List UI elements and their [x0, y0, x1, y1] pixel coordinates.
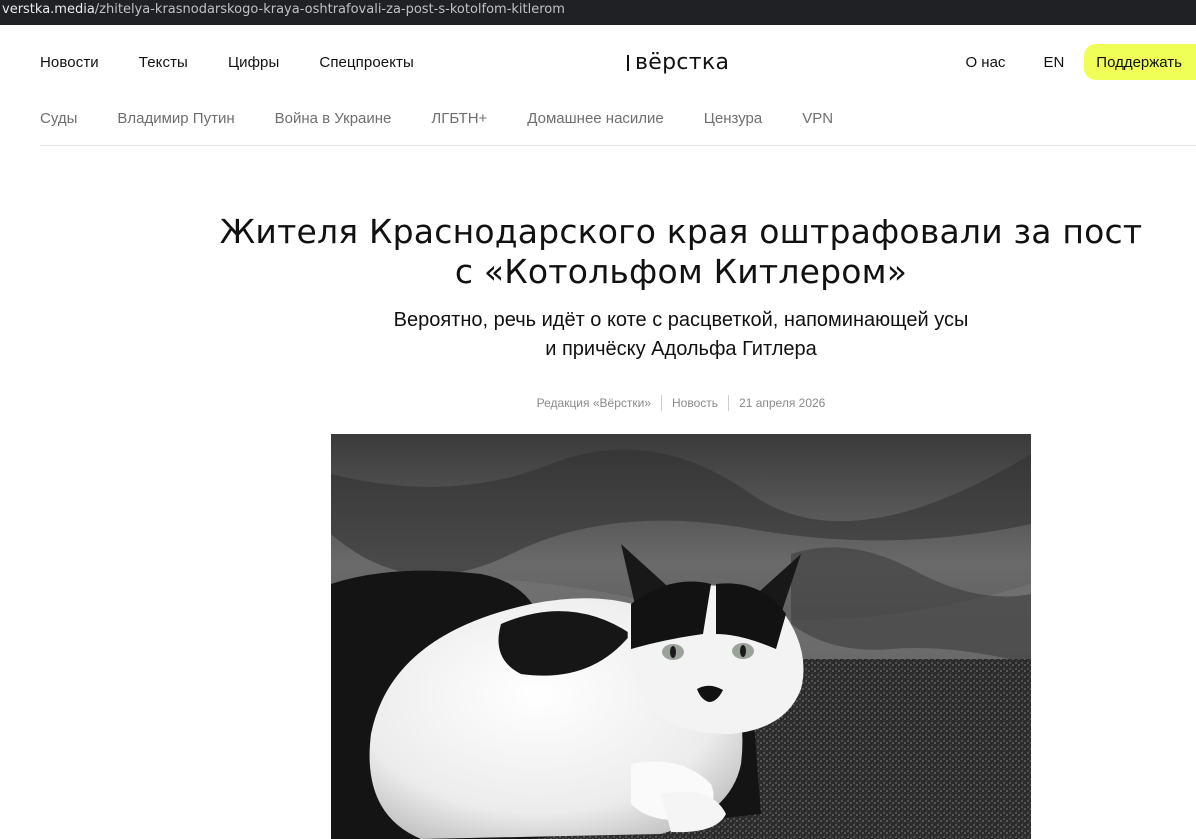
- tag-domestic-violence[interactable]: Домашнее насилие: [527, 110, 663, 127]
- article-title-line-1: Жителя Краснодарского края оштрафовали з…: [219, 212, 1143, 251]
- meta-divider: [728, 395, 730, 411]
- meta-divider: [661, 395, 662, 411]
- nav-special-projects[interactable]: Спецпроекты: [319, 54, 414, 71]
- language-switch[interactable]: EN: [1043, 54, 1064, 71]
- tag-war-ukraine[interactable]: Война в Украине: [275, 110, 392, 127]
- support-button[interactable]: Поддержать: [1084, 44, 1196, 80]
- article-title-line-2: с «Котольфом Китлером»: [454, 252, 908, 291]
- article-title: Жителя Краснодарского края оштрафовали з…: [190, 212, 1172, 292]
- site-logo[interactable]: вёрстка: [627, 47, 729, 77]
- site-header: Новости Тексты Цифры Спецпроекты вёрстка…: [0, 33, 1196, 91]
- cat-photo-image: [331, 434, 1031, 839]
- publish-date: 21 апреля 2026: [739, 396, 826, 410]
- article-subtitle-line-2: и причёску Адольфа Гитлера: [545, 338, 817, 360]
- tag-censorship[interactable]: Цензура: [704, 110, 762, 127]
- tag-nav: Суды Владимир Путин Война в Украине ЛГБТ…: [40, 91, 1196, 146]
- logo-mark-icon: [627, 55, 634, 71]
- url-path: /zhitelya-krasnodarskogo-kraya-oshtrafov…: [94, 2, 565, 17]
- article-subtitle: Вероятно, речь идёт о коте с расцветкой,…: [330, 306, 1032, 364]
- logo-text: вёрстка: [635, 49, 730, 75]
- nav-texts[interactable]: Тексты: [139, 54, 188, 71]
- tag-vpn[interactable]: VPN: [802, 110, 833, 127]
- article-subtitle-line-1: Вероятно, речь идёт о коте с расцветкой,…: [393, 309, 969, 331]
- browser-spacer: [0, 25, 1196, 33]
- author-link[interactable]: Редакция «Вёрстки»: [537, 396, 651, 410]
- address-bar[interactable]: verstka.media/zhitelya-krasnodarskogo-kr…: [0, 0, 1196, 25]
- article-meta: Редакция «Вёрстки» Новость 21 апреля 202…: [331, 394, 1031, 412]
- url-host: verstka.media: [2, 2, 95, 17]
- tag-putin[interactable]: Владимир Путин: [117, 110, 234, 127]
- nav-news[interactable]: Новости: [40, 54, 99, 71]
- about-link[interactable]: О нас: [965, 54, 1005, 71]
- category-link[interactable]: Новость: [672, 396, 718, 410]
- nav-numbers[interactable]: Цифры: [228, 54, 279, 71]
- tag-courts[interactable]: Суды: [40, 110, 77, 127]
- tag-lgbt[interactable]: ЛГБТН+: [431, 110, 487, 127]
- header-actions: О нас EN Поддержать: [965, 33, 1196, 91]
- main-nav: Новости Тексты Цифры Спецпроекты: [40, 33, 414, 91]
- article-photo: [331, 434, 1031, 839]
